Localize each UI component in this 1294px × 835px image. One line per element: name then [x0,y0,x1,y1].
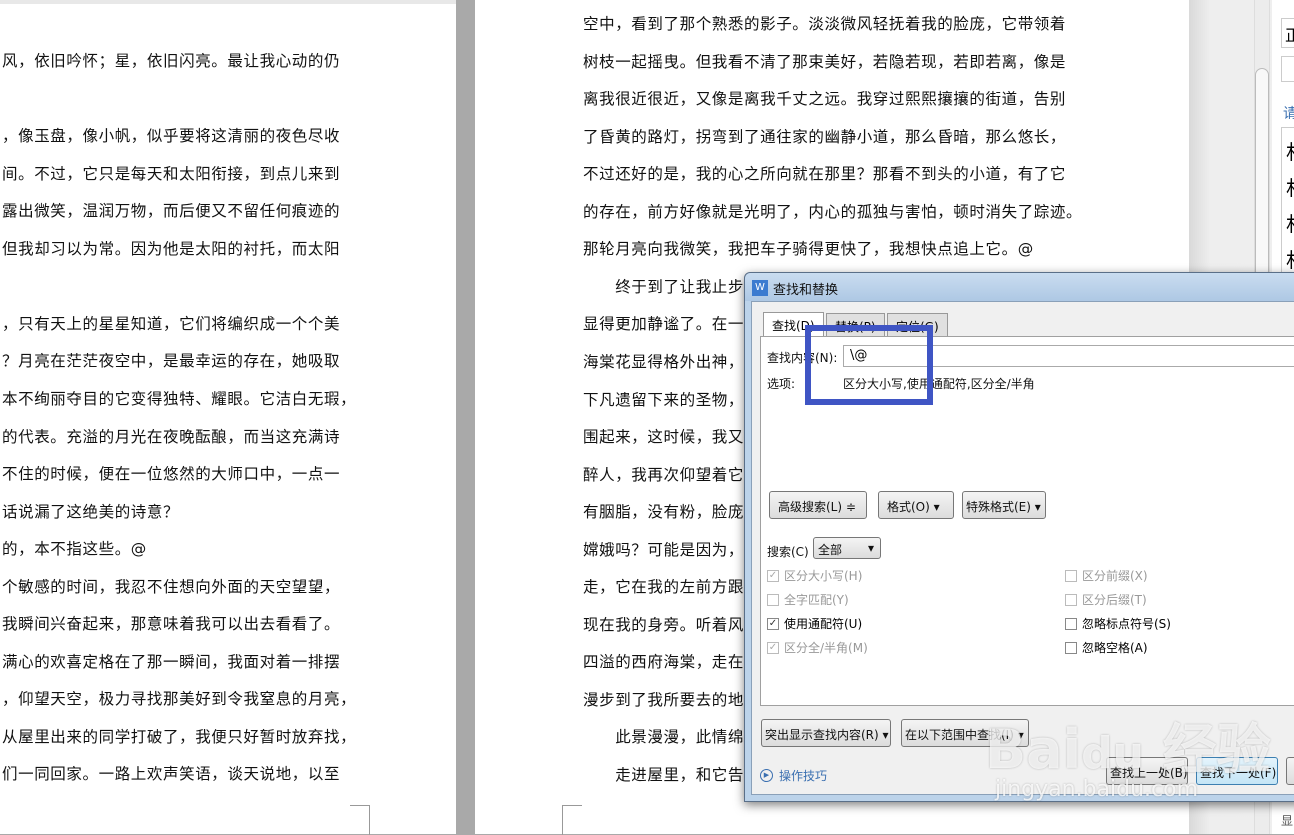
text-line: 四溢的西府海棠，走在 [583,653,745,672]
checkbox-label: 区分大小写(H) [784,569,863,583]
checkbox-label: 区分前缀(X) [1082,569,1148,583]
pane-bottom-label: 显 [1281,814,1294,828]
checkbox[interactable]: 区分前缀(X) [1065,567,1148,584]
document-page-left[interactable]: 风，依旧吟怀；星，依旧闪亮。最让我心动的仍 ，像玉盘，像小帆，似乎要将这清丽的夜色… [0,0,456,834]
text-line: ？月亮在茫茫夜空中，是最幸运的存在，她吸取 [2,352,341,371]
text-line: 不过还好的是，我的心之所向就在那里？那看不到头的小道，有了它 [583,165,1067,184]
text-line: 话说漏了这绝美的诗意？ [2,502,180,521]
pane-list-item[interactable]: 村 [1286,206,1294,242]
text-line: 围起来，这时候，我又 [583,428,745,447]
text-line: 海棠花显得格外出神， [583,352,745,371]
dialog-title-bar[interactable]: W 查找和替换 [745,273,1294,301]
checkbox-unchecked-icon[interactable] [1065,617,1077,630]
checkbox-unchecked-icon[interactable] [1065,593,1077,606]
annotation-highlight-box [805,325,933,405]
options-label: 选项: [767,377,796,391]
text-line: 但我却习以为常。因为他是太阳的衬托，而太阳 [2,239,341,258]
wps-writer-icon: W [752,280,768,296]
checkbox[interactable]: 全字匹配(Y) [767,591,849,608]
text-line: 离我很近很近，又像是离我千丈之远。我穿过熙熙攘攘的街道，告别 [583,90,1067,109]
search-scope-select[interactable]: 全部 ▾ [813,537,881,559]
text-line: 间。不过，它只是每天和太阳衔接，到点儿来到 [2,164,341,183]
text-line: 个敏感的时间，我忍不住想向外面的天空望望， [2,577,341,596]
page-corner-mark [562,805,582,835]
checkbox-label: 忽略标点符号(S) [1082,617,1171,631]
text-line: 空中，看到了那个熟悉的影子。淡淡微风轻抚着我的脸庞，它带领着 [583,15,1067,33]
checkbox[interactable]: 忽略空格(A) [1065,639,1148,656]
text-line: 从屋里出来的同学打破了，我便只好暂时放弃找， [2,727,357,746]
checkbox-unchecked-icon[interactable] [1065,641,1077,654]
text-line: 终于到了让我止步 [583,277,745,296]
text-line: 露出微笑，温润万物，而后便又不留任何痕迹的 [2,202,341,221]
checkbox-label: 忽略空格(A) [1082,641,1148,655]
checkbox-unchecked-icon[interactable] [1065,569,1077,582]
text-line: ，像玉盘，像小帆，似乎要将这清丽的夜色尽收 [2,127,341,146]
checkbox[interactable]: ✓ 使用通配符(U) [767,615,862,632]
checkbox[interactable]: ✓ 区分大小写(H) [767,567,862,584]
search-label: 搜索(C) [767,545,809,559]
pane-list-item[interactable]: 村 [1286,170,1294,206]
text-line: 们一同回家。一路上欢声笑语，谈天说地，以至 [2,765,341,784]
text-line: 风，依旧吟怀；星，依旧闪亮。最让我心动的仍 [2,52,341,70]
tips-link[interactable]: ▶ 操作技巧 [760,767,827,784]
special-format-button[interactable]: 特殊格式(E) ▾ [962,491,1046,519]
text-line: 下凡遗留下来的圣物， [583,390,745,409]
checkbox-checked-icon[interactable]: ✓ [767,641,779,654]
close-button[interactable] [1286,757,1294,785]
dropdown-arrow-icon: ▾ [867,541,874,555]
text-line: 的存在，前方好像就是光明了，内心的孤独与害怕，顿时消失了踪迹。 [583,202,1083,221]
text-line: 的，本不指这些。@ [2,540,147,559]
text-line: 了昏黄的路灯，拐弯到了通往家的幽静小道，那么昏暗，那么悠长， [583,127,1067,146]
checkbox-label: 区分后缀(T) [1082,593,1147,607]
pane-list-item[interactable]: 村 [1286,134,1294,170]
text-line: 现在我的身旁。听着风 [583,615,745,634]
text-line: 我瞬间兴奋起来，那意味着我可以出去看看了。 [2,615,341,634]
text-line: 不住的时候，便在一位悠然的大师口中，一点一 [2,465,341,484]
dialog-title: 查找和替换 [773,283,839,298]
checkbox-checked-icon[interactable]: ✓ [767,569,779,582]
checkbox[interactable]: ✓ 区分全/半角(M) [767,639,868,656]
format-button[interactable]: 格式(O) ▾ [878,491,954,519]
search-scope-value: 全部 [818,543,843,557]
pane-field[interactable] [1281,56,1294,82]
checkbox-unchecked-icon[interactable] [767,593,779,606]
text-line: 嫦娥吗？可能是因为， [583,540,745,559]
pane-label: 请 [1283,106,1294,122]
text-line: 此景漫漫，此情绵 [583,728,745,747]
text-line: 走，它在我的左前方跟 [583,578,745,597]
checkbox-label: 全字匹配(Y) [784,593,849,607]
watermark-url: jingyan.baidu.com [995,777,1199,802]
checkbox-checked-icon[interactable]: ✓ [767,617,779,630]
checkbox[interactable]: 区分后缀(T) [1065,591,1147,608]
pane-field[interactable]: 正 [1281,18,1294,48]
play-circle-icon: ▶ [760,769,773,782]
advanced-search-button[interactable]: 高级搜索(L) ≑ [769,491,867,519]
text-line: 醉人，我再次仰望着它 [583,465,745,484]
pane-list[interactable]: 村 村 村 村 [1281,127,1294,277]
text-line: 树枝一起摇曳。但我看不清了那束美好，若隐若现，若即若离，像是 [583,52,1067,71]
checkbox-label: 使用通配符(U) [784,617,863,631]
highlight-find-button[interactable]: 突出显示查找内容(R) ▾ [761,719,891,747]
text-line: 那轮月亮向我微笑，我把车子骑得更快了，我想快点追上它。@ [583,240,1034,259]
text-line: 显得更加静谧了。在一 [583,315,745,334]
checkbox[interactable]: 忽略标点符号(S) [1065,615,1171,632]
text-line: ，只有天上的星星知道，它们将编织成一个个美 [2,314,341,333]
text-line: 走进屋里，和它告 [583,766,745,784]
tips-link-label: 操作技巧 [779,769,828,783]
page-corner-mark [350,805,370,835]
text-line: 漫步到了我所要去的地 [583,690,745,709]
scrollbar-thumb[interactable] [1255,68,1269,278]
text-line: 的代表。充溢的月光在夜晚酝酿，而当这充满诗 [2,427,341,446]
text-line: 有胭脂，没有粉，脸庞 [583,503,745,522]
text-line: ，仰望天空，极力寻找那美好到令我窒息的月亮， [2,690,357,709]
baidu-watermark: Baidu 经验 [985,718,1271,781]
text-line: 本不绚丽夺目的它变得独特、耀眼。它洁白无瑕， [2,389,357,408]
checkbox-label: 区分全/半角(M) [784,641,868,655]
text-line: 满心的欢喜定格在了那一瞬间，我面对着一排摆 [2,652,341,671]
